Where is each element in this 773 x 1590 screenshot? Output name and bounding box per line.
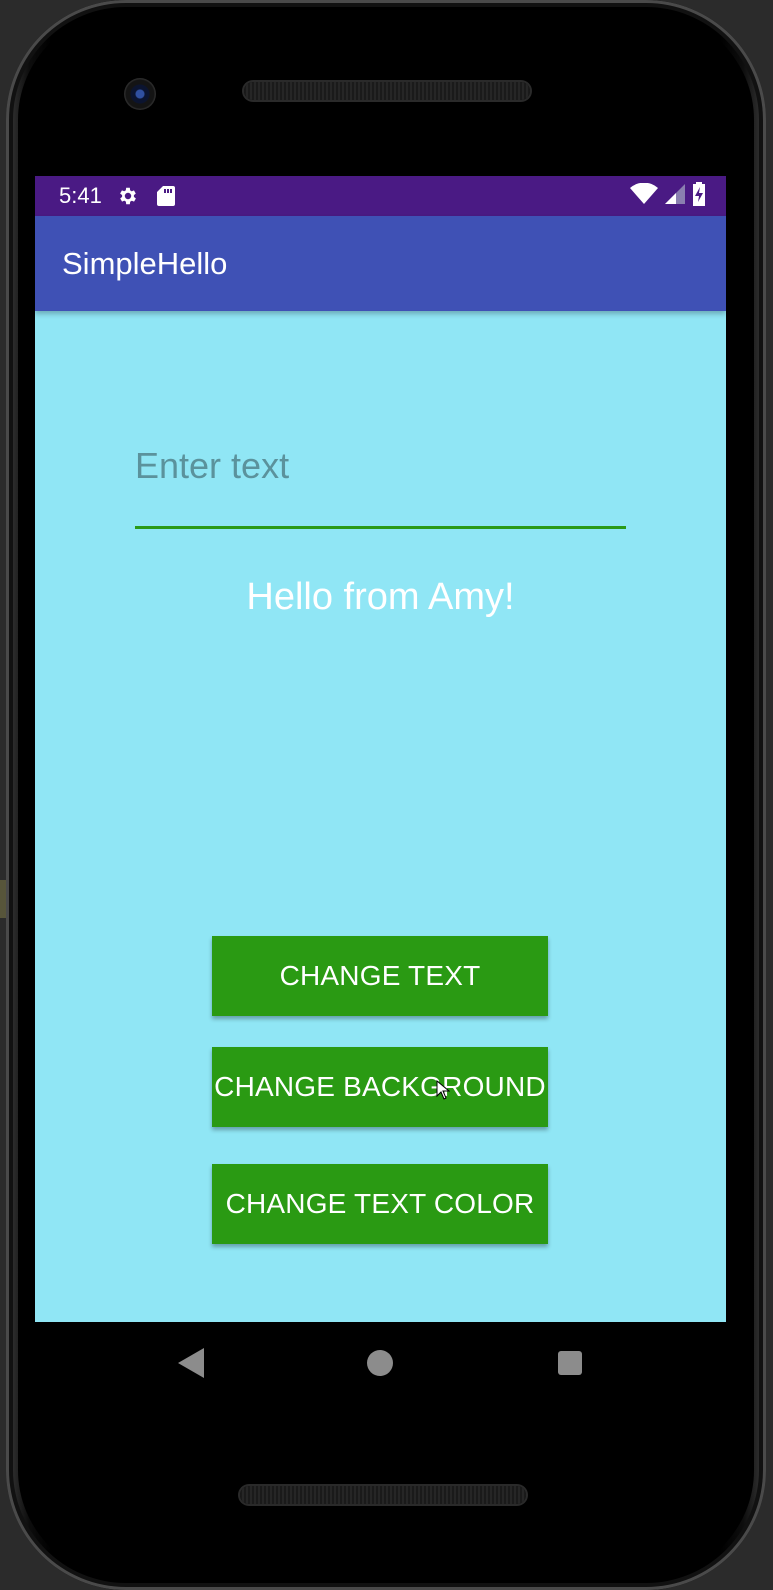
bottom-speaker: [240, 1486, 526, 1504]
settings-icon: [116, 184, 140, 208]
recents-icon[interactable]: [558, 1351, 582, 1375]
app-title: SimpleHello: [62, 245, 228, 281]
navigation-bar: [35, 1322, 726, 1406]
sd-card-icon: [154, 184, 178, 208]
status-right-icons: [630, 181, 706, 211]
change-text-button[interactable]: CHANGE TEXT: [212, 936, 548, 1016]
change-text-color-button[interactable]: CHANGE TEXT COLOR: [212, 1164, 548, 1244]
greeting-text: Hello from Amy!: [246, 576, 515, 618]
front-camera: [124, 78, 156, 110]
enter-text-input[interactable]: [135, 426, 626, 506]
input-underline: [135, 526, 626, 529]
home-icon[interactable]: [367, 1350, 393, 1376]
text-input-container: [135, 426, 626, 531]
battery-charging-icon: [692, 181, 706, 211]
back-icon[interactable]: [178, 1348, 204, 1383]
earpiece-speaker: [244, 82, 530, 100]
cell-signal-icon: [664, 183, 686, 210]
mouse-pointer-icon: [436, 1079, 451, 1105]
change-background-button[interactable]: CHANGE BACKGROUND: [212, 1047, 548, 1127]
app-bar: SimpleHello: [35, 216, 726, 311]
device-screen: 5:41 SimpleHello Hello from Amy! CHANGE …: [35, 176, 726, 1322]
wifi-icon: [630, 182, 658, 210]
status-bar: 5:41: [35, 176, 726, 216]
status-time: 5:41: [59, 183, 102, 208]
